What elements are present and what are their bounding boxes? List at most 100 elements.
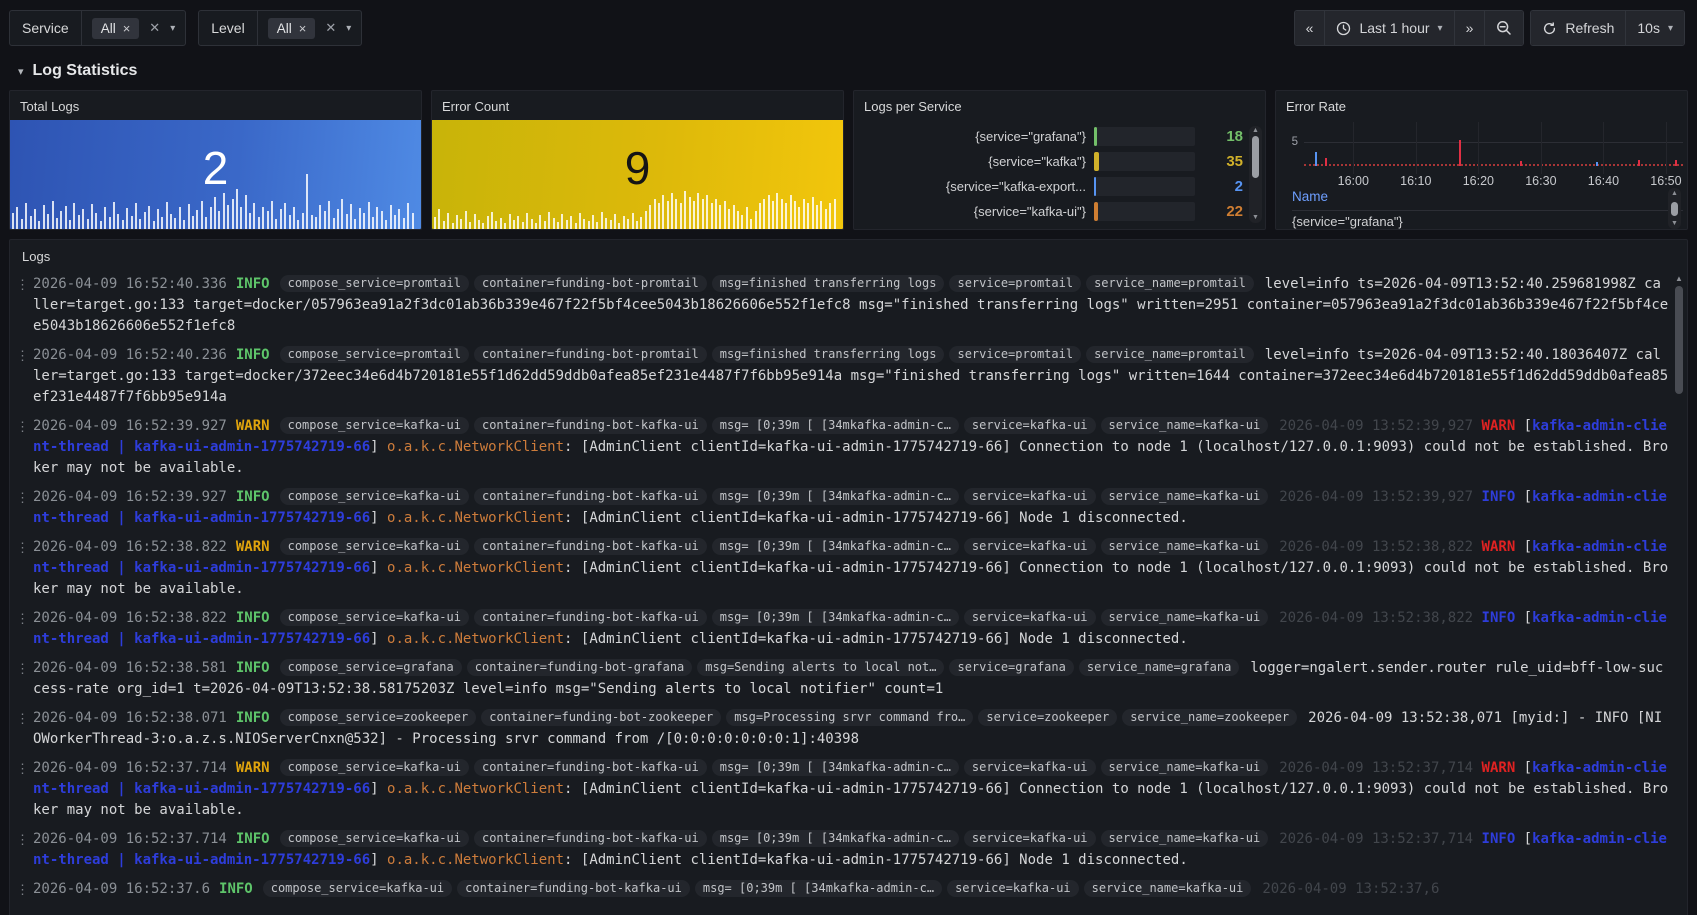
legend-row[interactable]: {service="grafana"} <box>1292 214 1683 229</box>
log-label-chip[interactable]: service_name=grafana <box>1079 659 1240 676</box>
log-label-chip[interactable]: msg= [0;39m [ [34mkafka-admin-c… <box>712 609 959 626</box>
log-label-chip[interactable]: container=funding-bot-kafka-ui <box>474 830 707 847</box>
row-menu-icon[interactable]: ⋮ <box>16 829 33 871</box>
zoom-out-button[interactable] <box>1485 11 1523 45</box>
log-label-chip[interactable]: service=promtail <box>949 346 1081 363</box>
log-label-chip[interactable]: compose_service=grafana <box>280 659 462 676</box>
scroll-down-icon[interactable]: ▼ <box>1671 219 1678 228</box>
log-label-chip[interactable]: container=funding-bot-promtail <box>474 275 707 292</box>
scrollbar-thumb[interactable] <box>1675 286 1683 394</box>
log-label-chip[interactable]: compose_service=kafka-ui <box>263 880 452 897</box>
scroll-up-icon[interactable]: ▲ <box>1675 274 1683 284</box>
scrollbar[interactable]: ▲ <box>1674 274 1684 915</box>
row-menu-icon[interactable]: ⋮ <box>16 658 33 700</box>
row-menu-icon[interactable]: ⋮ <box>16 416 33 479</box>
log-label-chip[interactable]: container=funding-bot-kafka-ui <box>474 538 707 555</box>
log-label-chip[interactable]: msg= [0;39m [ [34mkafka-admin-c… <box>712 538 959 555</box>
log-label-chip[interactable]: compose_service=promtail <box>280 275 469 292</box>
log-label-chip[interactable]: compose_service=kafka-ui <box>280 488 469 505</box>
row-menu-icon[interactable]: ⋮ <box>16 537 33 600</box>
panel-title[interactable]: Logs per Service <box>854 91 1265 120</box>
service-filter-chip[interactable]: All× <box>92 18 140 39</box>
gauge-label[interactable]: {service="grafana"} <box>862 129 1086 144</box>
row-menu-icon[interactable]: ⋮ <box>16 879 33 901</box>
log-label-chip[interactable]: service_name=kafka-ui <box>1101 609 1269 626</box>
refresh-button[interactable]: Refresh <box>1531 11 1626 45</box>
clear-filter-icon[interactable]: ✕ <box>325 20 336 36</box>
log-label-chip[interactable]: container=funding-bot-kafka-ui <box>457 880 690 897</box>
log-label-chip[interactable]: container=funding-bot-kafka-ui <box>474 609 707 626</box>
log-label-chip[interactable]: compose_service=kafka-ui <box>280 759 469 776</box>
row-menu-icon[interactable]: ⋮ <box>16 274 33 337</box>
scroll-down-icon[interactable]: ▼ <box>1252 213 1259 223</box>
log-label-chip[interactable]: msg= [0;39m [ [34mkafka-admin-c… <box>712 488 959 505</box>
chevron-down-icon[interactable]: ▾ <box>346 23 351 34</box>
log-label-chip[interactable]: service=kafka-ui <box>947 880 1079 897</box>
log-label-chip[interactable]: service_name=kafka-ui <box>1101 488 1269 505</box>
gauge-label[interactable]: {service="kafka-export... <box>862 179 1086 194</box>
log-label-chip[interactable]: service=zookeeper <box>978 709 1117 726</box>
log-label-chip[interactable]: service=kafka-ui <box>964 830 1096 847</box>
row-menu-icon[interactable]: ⋮ <box>16 708 33 750</box>
gauge-label[interactable]: {service="kafka-ui"} <box>862 204 1086 219</box>
remove-chip-icon[interactable]: × <box>123 21 131 36</box>
gauge-label[interactable]: {service="kafka"} <box>862 154 1086 169</box>
panel-title[interactable]: Total Logs <box>10 91 421 120</box>
panel-title[interactable]: Error Count <box>432 91 843 120</box>
log-label-chip[interactable]: compose_service=kafka-ui <box>280 609 469 626</box>
log-label-chip[interactable]: msg=Sending alerts to local not… <box>697 659 944 676</box>
log-label-chip[interactable]: container=funding-bot-kafka-ui <box>474 417 707 434</box>
log-label-chip[interactable]: service=kafka-ui <box>964 759 1096 776</box>
time-shift-forward-button[interactable]: » <box>1455 11 1486 45</box>
panel-title[interactable]: Logs <box>10 240 1687 266</box>
log-label-chip[interactable]: service_name=kafka-ui <box>1084 880 1252 897</box>
log-label-chip[interactable]: compose_service=zookeeper <box>280 709 477 726</box>
scrollbar[interactable]: ▲ ▼ <box>1249 126 1262 223</box>
log-label-chip[interactable]: container=funding-bot-grafana <box>467 659 693 676</box>
log-label-chip[interactable]: service=grafana <box>949 659 1073 676</box>
row-menu-icon[interactable]: ⋮ <box>16 487 33 529</box>
time-shift-back-button[interactable]: « <box>1295 11 1326 45</box>
log-label-chip[interactable]: service_name=kafka-ui <box>1101 538 1269 555</box>
log-label-chip[interactable]: service=kafka-ui <box>964 417 1096 434</box>
panel-title[interactable]: Error Rate <box>1276 91 1687 120</box>
log-label-chip[interactable]: service_name=kafka-ui <box>1101 417 1269 434</box>
row-log-statistics[interactable]: ▾ Log Statistics <box>0 46 1697 90</box>
scroll-up-icon[interactable]: ▲ <box>1671 189 1678 198</box>
log-label-chip[interactable]: service=promtail <box>949 275 1081 292</box>
refresh-interval-dropdown[interactable]: 10s ▾ <box>1626 11 1684 45</box>
log-label-chip[interactable]: service_name=kafka-ui <box>1101 830 1269 847</box>
log-label-chip[interactable]: service_name=promtail <box>1086 275 1254 292</box>
log-label-chip[interactable]: compose_service=promtail <box>280 346 469 363</box>
level-filter-chip[interactable]: All× <box>268 18 316 39</box>
log-label-chip[interactable]: service=kafka-ui <box>964 609 1096 626</box>
log-label-chip[interactable]: msg=Processing srvr command fro… <box>726 709 973 726</box>
legend-name-header[interactable]: Name <box>1292 189 1328 204</box>
row-menu-icon[interactable]: ⋮ <box>16 608 33 650</box>
log-label-chip[interactable]: service_name=zookeeper <box>1122 709 1297 726</box>
log-label-chip[interactable]: msg= [0;39m [ [34mkafka-admin-c… <box>712 417 959 434</box>
log-label-chip[interactable]: service=kafka-ui <box>964 488 1096 505</box>
log-label-chip[interactable]: compose_service=kafka-ui <box>280 417 469 434</box>
log-label-chip[interactable]: msg=finished transferring logs <box>712 275 945 292</box>
scrollbar-thumb[interactable] <box>1671 202 1678 216</box>
scrollbar[interactable]: ▲ ▼ <box>1668 188 1681 229</box>
scroll-up-icon[interactable]: ▲ <box>1252 126 1259 136</box>
clear-filter-icon[interactable]: ✕ <box>149 20 160 36</box>
remove-chip-icon[interactable]: × <box>299 21 307 36</box>
log-label-chip[interactable]: msg= [0;39m [ [34mkafka-admin-c… <box>695 880 942 897</box>
log-label-chip[interactable]: service_name=promtail <box>1086 346 1254 363</box>
time-range-picker[interactable]: Last 1 hour ▾ <box>1325 11 1454 45</box>
log-label-chip[interactable]: service=kafka-ui <box>964 538 1096 555</box>
log-label-chip[interactable]: container=funding-bot-zookeeper <box>481 709 721 726</box>
log-label-chip[interactable]: container=funding-bot-kafka-ui <box>474 759 707 776</box>
row-menu-icon[interactable]: ⋮ <box>16 758 33 821</box>
log-label-chip[interactable]: msg= [0;39m [ [34mkafka-admin-c… <box>712 759 959 776</box>
scrollbar-thumb[interactable] <box>1252 136 1259 178</box>
log-label-chip[interactable]: compose_service=kafka-ui <box>280 538 469 555</box>
chevron-down-icon[interactable]: ▾ <box>170 23 175 34</box>
log-label-chip[interactable]: service_name=kafka-ui <box>1101 759 1269 776</box>
log-label-chip[interactable]: msg= [0;39m [ [34mkafka-admin-c… <box>712 830 959 847</box>
log-label-chip[interactable]: container=funding-bot-promtail <box>474 346 707 363</box>
log-label-chip[interactable]: msg=finished transferring logs <box>712 346 945 363</box>
